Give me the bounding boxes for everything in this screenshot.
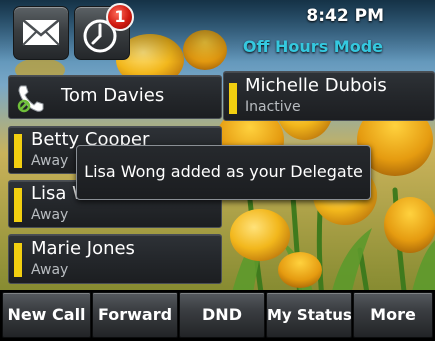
presence-indicator [14,188,22,222]
notification-text: Lisa Wong added as your Delegate [84,162,363,181]
presence-indicator [14,134,22,168]
contact-status: Inactive [245,99,301,115]
contact-status: Away [31,262,69,278]
messages-button[interactable] [13,6,69,60]
forward-softkey[interactable]: Forward [92,292,178,338]
presence-indicator [229,83,237,114]
contact-tile-tom-davies[interactable]: Tom Davies [8,75,222,119]
dnd-softkey[interactable]: DND [179,292,265,338]
presence-indicator [14,243,22,277]
contact-status: Away [31,153,69,169]
contact-tile-michelle-dubois[interactable]: Michelle Dubois Inactive [223,71,435,121]
phone-home-screen: 1 8:42 PM Off Hours Mode Tom Davies Mich… [0,0,435,341]
contact-status: Away [31,207,69,223]
phone-handset-icon [17,85,44,113]
missed-calls-badge: 1 [106,3,134,31]
delegate-notification-toast: Lisa Wong added as your Delegate [76,145,371,200]
new-call-softkey[interactable]: New Call [2,292,91,338]
envelope-icon [22,19,60,46]
mode-indicator: Off Hours Mode [242,37,383,56]
contact-name: Marie Jones [31,238,135,259]
contact-name: Tom Davies [61,85,165,106]
clock-time: 8:42 PM [306,6,384,26]
contact-name: Michelle Dubois [245,75,387,96]
contact-tile-marie-jones[interactable]: Marie Jones Away [8,234,222,284]
more-softkey[interactable]: More [353,292,433,338]
softkey-bar: New Call Forward DND My Status More [0,290,435,341]
my-status-softkey[interactable]: My Status [266,292,352,338]
